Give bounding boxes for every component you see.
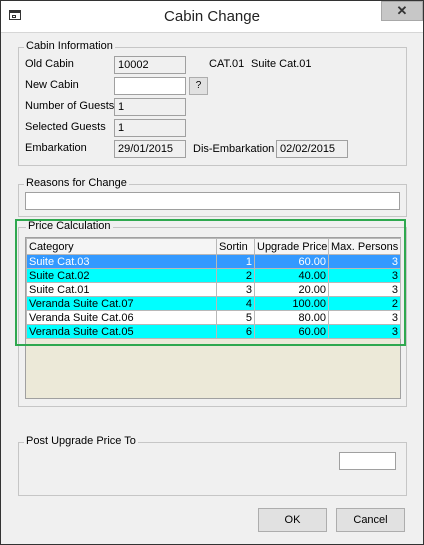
selected-guests-label: Selected Guests [25,121,106,133]
cell-upgrade-price: 100.00 [254,296,329,311]
column-header-max-persons[interactable]: Max. Persons [328,238,401,255]
new-cabin-input[interactable] [114,77,186,95]
reasons-input[interactable] [25,192,400,210]
cell-category: Suite Cat.01 [26,282,217,297]
cell-max-persons: 3 [328,268,401,283]
cell-category: Suite Cat.03 [26,254,217,269]
cell-max-persons: 2 [328,296,401,311]
cell-upgrade-price: 60.00 [254,254,329,269]
number-of-guests-field: 1 [114,98,186,116]
table-row[interactable]: Veranda Suite Cat.05 6 60.00 3 [26,324,401,339]
cell-upgrade-price: 40.00 [254,268,329,283]
cell-upgrade-price: 20.00 [254,282,329,297]
disembarkation-field: 02/02/2015 [276,140,348,158]
table-row[interactable]: Veranda Suite Cat.07 4 100.00 2 [26,296,401,311]
post-upgrade-input[interactable] [339,452,396,470]
old-cabin-label: Old Cabin [25,58,74,70]
table-row[interactable]: Suite Cat.02 2 40.00 3 [26,268,401,283]
cell-category: Veranda Suite Cat.07 [26,296,217,311]
old-cabin-category: CAT.01 [209,58,245,70]
price-table-header: Category Sortin Upgrade Price Max. Perso… [26,238,401,255]
old-cabin-field: 10002 [114,56,186,74]
price-grid: Category Sortin Upgrade Price Max. Perso… [25,237,401,399]
cell-sortin: 3 [216,282,255,297]
embarkation-label: Embarkation [25,142,87,154]
number-of-guests-label: Number of Guests [25,100,115,112]
cell-max-persons: 3 [328,310,401,325]
embarkation-field: 29/01/2015 [114,140,186,158]
new-cabin-lookup-button[interactable]: ? [189,77,208,95]
disembarkation-label: Dis-Embarkation [193,143,275,155]
old-cabin-category-name: Suite Cat.01 [251,58,312,70]
new-cabin-label: New Cabin [25,79,79,91]
column-header-category[interactable]: Category [26,238,217,255]
ok-button[interactable]: OK [258,508,327,532]
close-button[interactable]: ✕ [381,1,423,21]
cell-max-persons: 3 [328,324,401,339]
table-row[interactable]: Suite Cat.03 1 60.00 3 [26,254,401,269]
cell-sortin: 5 [216,310,255,325]
cell-sortin: 4 [216,296,255,311]
cabin-change-window: Cabin Change ✕ Cabin Information Old Cab… [0,0,424,545]
window-title: Cabin Change [164,8,260,25]
cell-category: Veranda Suite Cat.06 [26,310,217,325]
price-calculation-legend: Price Calculation [26,220,113,232]
cell-upgrade-price: 60.00 [254,324,329,339]
cell-sortin: 2 [216,268,255,283]
cell-category: Veranda Suite Cat.05 [26,324,217,339]
price-table: Category Sortin Upgrade Price Max. Perso… [26,238,401,339]
cabin-information-legend: Cabin Information [24,40,115,52]
cell-sortin: 6 [216,324,255,339]
reasons-legend: Reasons for Change [24,177,129,189]
cell-category: Suite Cat.02 [26,268,217,283]
selected-guests-field: 1 [114,119,186,137]
table-row[interactable]: Veranda Suite Cat.06 5 80.00 3 [26,310,401,325]
post-upgrade-legend: Post Upgrade Price To [24,435,138,447]
cell-max-persons: 3 [328,254,401,269]
table-row[interactable]: Suite Cat.01 3 20.00 3 [26,282,401,297]
cancel-button[interactable]: Cancel [336,508,405,532]
title-bar: Cabin Change ✕ [1,1,423,33]
column-header-sortin[interactable]: Sortin [216,238,255,255]
cell-sortin: 1 [216,254,255,269]
cell-upgrade-price: 80.00 [254,310,329,325]
cell-max-persons: 3 [328,282,401,297]
column-header-upgrade-price[interactable]: Upgrade Price [254,238,329,255]
